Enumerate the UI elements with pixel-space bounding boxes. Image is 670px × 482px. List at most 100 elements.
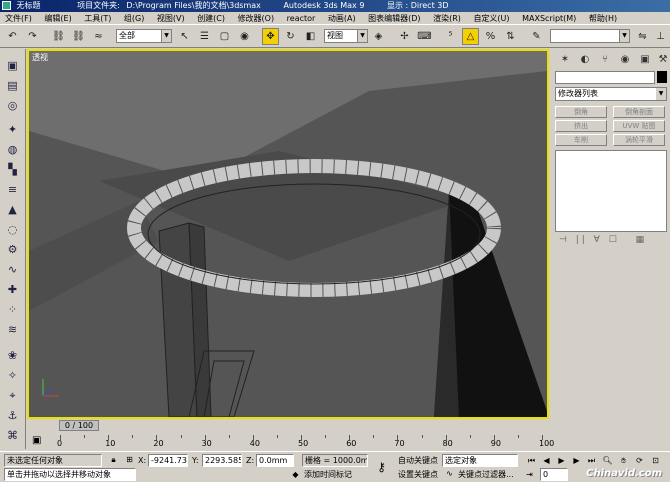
undo-icon[interactable]: ↶ [4, 28, 21, 45]
named-selection-dropdown[interactable]: ▼ [550, 29, 630, 43]
light-icon[interactable]: ✦ [3, 121, 22, 138]
select-rotate-icon[interactable]: ↻ [282, 28, 299, 45]
menu-group[interactable]: 组(G) [119, 12, 149, 24]
align-icon[interactable]: ⊥ [652, 28, 669, 45]
select-scale-icon[interactable]: ◧ [302, 28, 319, 45]
sphere-icon[interactable]: ◎ [3, 97, 22, 114]
torus-icon[interactable]: ◌ [3, 221, 22, 238]
cylinder-icon[interactable]: ▤ [3, 77, 22, 94]
percent-snap-icon[interactable]: % [482, 28, 499, 45]
time-slider[interactable]: 0 / 100 [59, 420, 99, 431]
make-unique-icon[interactable]: ∀ [594, 235, 603, 245]
configure-sets-icon[interactable]: ▦ [636, 235, 648, 245]
next-frame-icon[interactable]: ▶ [571, 455, 582, 466]
snap-toggle-icon[interactable]: ⁵ [442, 28, 459, 45]
add-time-tag[interactable]: 添加时间标记 [304, 468, 352, 481]
spinner-snap-icon[interactable]: ⇅ [502, 28, 519, 45]
turbosmooth-button[interactable]: 涡轮平滑 [613, 134, 665, 146]
y-coordinate-field[interactable]: 2293.585m [202, 454, 242, 467]
script-icon[interactable]: ⌘ [3, 427, 22, 444]
menu-tools[interactable]: 工具(T) [79, 12, 116, 24]
current-frame-field[interactable]: 0 [540, 468, 568, 481]
selection-filter-dropdown[interactable]: 全部 ▼ [116, 29, 172, 43]
track-bar[interactable]: ▣ 0 10 20 30 40 50 60 70 80 90 100 [26, 433, 554, 451]
key-icon[interactable]: ⚷ [376, 461, 387, 473]
menu-views[interactable]: 视图(V) [152, 12, 190, 24]
angle-snap-icon[interactable]: △ [462, 28, 479, 45]
lathe-button[interactable]: 车削 [555, 134, 607, 146]
menu-animation[interactable]: 动画(A) [323, 12, 361, 24]
motion-tab-icon[interactable]: ◉ [616, 51, 634, 68]
particle-icon[interactable]: ⁘ [3, 301, 22, 318]
key-mode-toggle-icon[interactable]: ⇥ [524, 469, 535, 480]
track-bar-toggle-icon[interactable]: ▣ [32, 435, 41, 446]
modifier-stack[interactable] [555, 150, 667, 232]
bevel-profile-button[interactable]: 倒角剖面 [613, 106, 665, 118]
x-coordinate-field[interactable]: -9241.735 [148, 454, 188, 467]
menu-reactor[interactable]: reactor [282, 12, 321, 24]
cone-icon[interactable]: ▲ [3, 201, 22, 218]
ref-coord-dropdown[interactable]: 视图 ▼ [324, 29, 368, 43]
wave-icon[interactable]: ≋ [3, 321, 22, 338]
menu-customize[interactable]: 自定义(U) [468, 12, 514, 24]
object-name-field[interactable] [555, 71, 655, 84]
checker-icon[interactable]: ▚ [3, 161, 22, 178]
manipulate-icon[interactable]: ✢ [396, 28, 413, 45]
unlink-icon[interactable]: ⛓ [70, 28, 87, 45]
window-crossing-icon[interactable]: ◉ [236, 28, 253, 45]
redo-icon[interactable]: ↷ [24, 28, 41, 45]
orbit-icon[interactable]: ⟳ [634, 455, 645, 466]
pivot-center-icon[interactable]: ◈ [370, 28, 387, 45]
mirror-icon[interactable]: ⇋ [634, 28, 651, 45]
menu-maxscript[interactable]: MAXScript(M) [517, 12, 581, 24]
bind-spacewarp-icon[interactable]: ≈ [90, 28, 107, 45]
menu-rendering[interactable]: 渲染(R) [428, 12, 466, 24]
create-tab-icon[interactable]: ✶ [556, 51, 574, 68]
lock-selection-icon[interactable]: 🔒︎ [108, 454, 119, 465]
gear-icon[interactable]: ⚙ [3, 241, 22, 258]
menu-help[interactable]: 帮助(H) [584, 12, 622, 24]
bone-icon[interactable]: ✚ [3, 281, 22, 298]
extrude-button[interactable]: 挤出 [555, 120, 607, 132]
perspective-viewport[interactable]: 透视 [27, 49, 549, 419]
pin-stack-icon[interactable]: ⊣ [559, 235, 570, 245]
pan-icon[interactable]: ✋︎ [618, 455, 629, 466]
go-to-start-icon[interactable]: ⏮ [526, 455, 537, 466]
absolute-mode-icon[interactable]: ⊞ [124, 454, 135, 465]
tube-icon[interactable]: ◍ [3, 141, 22, 158]
uvw-map-button[interactable]: UVW 贴图 [613, 120, 665, 132]
set-key-button[interactable]: 设置关键点 [398, 468, 438, 481]
bevel-button[interactable]: 倒角 [555, 106, 607, 118]
time-tag-icon[interactable]: ◆ [290, 469, 301, 480]
link-icon[interactable]: ⛓ [50, 28, 67, 45]
spline-icon[interactable]: ∿ [3, 261, 22, 278]
show-end-result-icon[interactable]: || [576, 235, 588, 245]
menu-edit[interactable]: 编辑(E) [39, 12, 76, 24]
menu-create[interactable]: 创建(C) [192, 12, 230, 24]
paint-icon[interactable]: ❀ [3, 347, 22, 364]
menu-graph-editors[interactable]: 图表编辑器(D) [363, 12, 425, 24]
maximize-viewport-icon[interactable]: ⊡ [650, 455, 661, 466]
select-object-icon[interactable]: ↖ [176, 28, 193, 45]
modify-tab-icon[interactable]: ◐ [576, 51, 594, 68]
menu-file[interactable]: 文件(F) [0, 12, 37, 24]
modifier-list-dropdown[interactable]: 修改器列表 ▼ [555, 87, 667, 101]
key-mode-dropdown[interactable]: 选定对象 [442, 454, 518, 467]
link-icon[interactable]: ⚓ [3, 407, 22, 424]
cube-icon[interactable]: ▣ [3, 57, 22, 74]
remove-modifier-icon[interactable]: ☐ [609, 235, 620, 245]
previous-frame-icon[interactable]: ◀ [541, 455, 552, 466]
zoom-icon[interactable]: 🔍︎ [602, 455, 613, 466]
helper-icon[interactable]: ✧ [3, 367, 22, 384]
go-to-end-icon[interactable]: ⏭ [586, 455, 597, 466]
object-color-swatch[interactable] [657, 71, 667, 83]
key-filters-button[interactable]: 关键点过滤器... [458, 468, 514, 481]
stack-icon[interactable]: ≡ [3, 181, 22, 198]
utilities-tab-icon[interactable]: ⚒ [654, 51, 670, 68]
hierarchy-tab-icon[interactable]: ⑂ [596, 51, 614, 68]
z-coordinate-field[interactable]: 0.0mm [256, 454, 294, 467]
play-icon[interactable]: ▶ [556, 455, 567, 466]
keyboard-shortcut-icon[interactable]: ⌨ [416, 28, 433, 45]
key-filters-icon[interactable]: ∿ [444, 468, 455, 479]
select-move-icon[interactable]: ✥ [262, 28, 279, 45]
